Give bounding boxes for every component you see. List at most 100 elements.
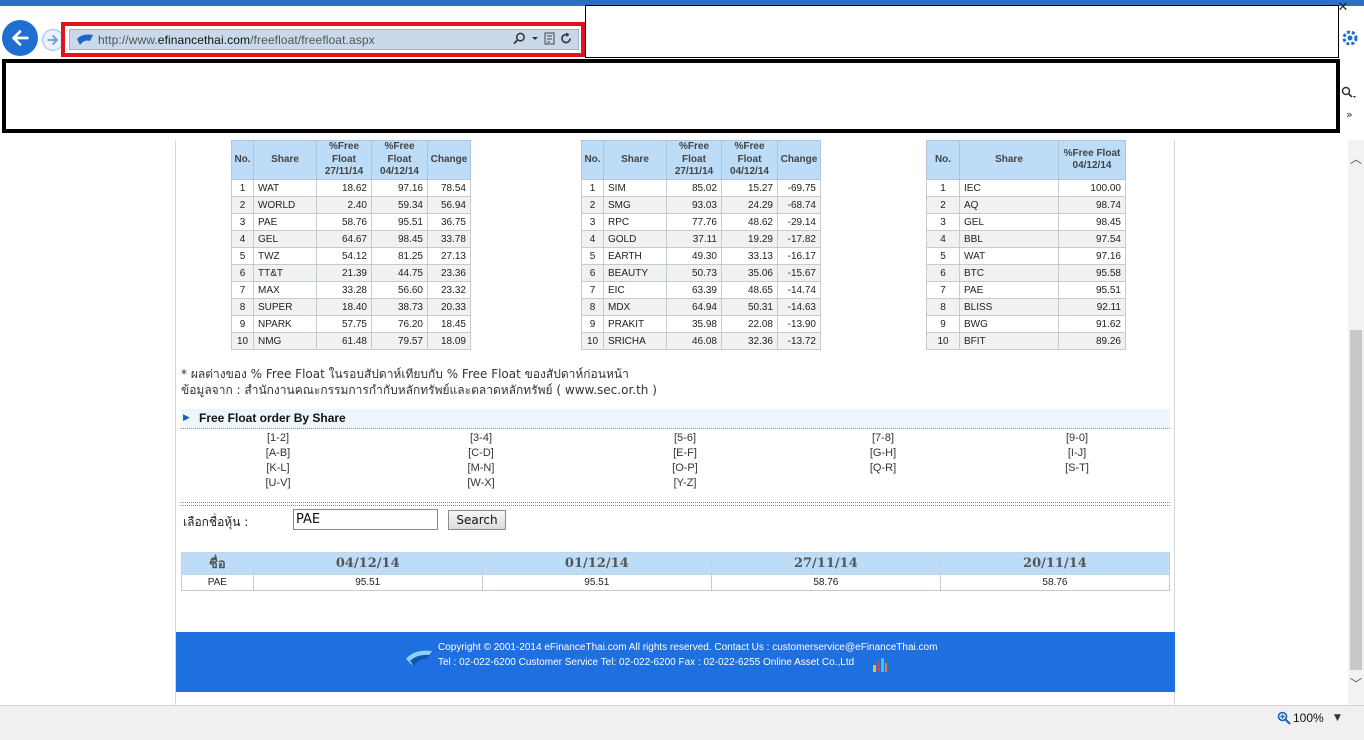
scroll-thumb[interactable] [1350,330,1362,670]
address-bar[interactable]: http://www.efinancethai.com/freefloat/fr… [69,29,579,50]
footer-contact: Tel : 02-022-6200 Customer Service Tel: … [438,657,855,668]
cell-value: 56.94 [427,196,471,214]
scroll-up-icon[interactable]: ︿ [1348,150,1364,166]
table-row: 9 NPARK 57.75 76.20 18.45 [231,315,471,333]
cell-value: 23.36 [427,264,471,282]
column-header: ชื่อ [181,552,254,575]
cell-value: 24.29 [721,196,778,214]
cell-value: 97.54 [1058,230,1126,248]
column-header: %Free Float 27/11/14 [666,140,722,180]
zoom-icon[interactable] [1277,711,1291,725]
share-name: SUPER [253,298,317,316]
compatibility-view-icon[interactable] [544,32,555,45]
letter-link[interactable]: [E-F] [665,447,705,459]
gear-icon[interactable] [1340,28,1360,48]
zoom-level[interactable]: 100% [1293,711,1324,725]
cell-value: 95.58 [1058,264,1126,282]
letter-link[interactable]: [G-H] [863,447,903,459]
letter-link[interactable]: [5-6] [665,432,705,444]
scroll-down-icon[interactable]: ﹀ [1348,675,1364,691]
cell-value: 91.62 [1058,315,1126,333]
search-icon[interactable] [1340,86,1356,100]
address-url[interactable]: http://www.efinancethai.com/freefloat/fr… [98,33,375,47]
table-row: 7 EIC 63.39 48.65 -14.74 [581,281,821,299]
cell-value: 97.16 [1058,247,1126,265]
letter-link[interactable]: [M-N] [461,462,501,474]
letter-link[interactable]: [U-V] [258,477,298,489]
row-no: 3 [581,213,604,231]
share-name: PAE [253,213,317,231]
table-row: 4 GEL 64.67 98.45 33.78 [231,230,471,248]
cell-value: 19.29 [721,230,778,248]
row-no: 7 [231,281,254,299]
cell-value: 2.40 [316,196,372,214]
share-name: SMG [603,196,667,214]
letter-link[interactable]: [C-D] [461,447,501,459]
row-no: 1 [926,179,960,197]
cell-value: 15.27 [721,179,778,197]
letter-link[interactable]: [9-0] [1057,432,1097,444]
letter-link[interactable]: [A-B] [258,447,298,459]
stock-search-input[interactable] [293,509,438,530]
column-header: 20/11/14 [939,552,1171,575]
table-row: 5 WAT 97.16 [926,247,1126,265]
row-no: 2 [231,196,254,214]
share-name: EARTH [603,247,667,265]
free-float-top-table: No. Share %Free Float 04/12/14 1 IEC 100.0… [926,140,1126,350]
free-float-decrease-table: No. Share %Free Float 27/11/14 %Free Flo… [581,140,821,350]
cell-value: 89.26 [1058,332,1126,350]
cell-value: 50.73 [666,264,722,282]
row-no: 3 [231,213,254,231]
refresh-icon[interactable] [560,32,572,45]
row-no: 4 [926,230,960,248]
share-name: BWG [959,315,1059,333]
chevron-down-icon[interactable] [531,32,539,45]
letter-link[interactable]: [7-8] [863,432,903,444]
row-no: 8 [231,298,254,316]
share-name: MAX [253,281,317,299]
column-header: No. [926,140,960,180]
letter-link[interactable]: [I-J] [1057,447,1097,459]
table-row: 9 BWG 91.62 [926,315,1126,333]
history-table: ชื่อ 04/12/14 01/12/14 27/11/14 20/11/14… [181,552,1171,591]
letter-link[interactable]: [O-P] [665,462,705,474]
column-header: 01/12/14 [481,552,712,575]
letter-link[interactable]: [S-T] [1057,462,1097,474]
letter-link[interactable]: [1-2] [258,432,298,444]
letter-link[interactable]: [W-X] [461,477,501,489]
close-icon[interactable]: ✕ [1336,1,1350,15]
cell-value: 57.75 [316,315,372,333]
share-name: NPARK [253,315,317,333]
letter-link[interactable]: [K-L] [258,462,298,474]
row-no: 2 [926,196,960,214]
footer-copyright: Copyright © 2001-2014 eFinanceThai.com A… [438,642,938,653]
chevron-double-right-icon[interactable]: » [1346,108,1353,121]
search-button[interactable]: Search [448,510,506,530]
column-header: Share [959,140,1059,180]
row-no: 6 [581,264,604,282]
letter-link[interactable]: [3-4] [461,432,501,444]
free-float-increase-table: No. Share %Free Float 27/11/14 %Free Flo… [231,140,471,350]
back-button[interactable] [2,20,38,56]
row-no: 5 [231,247,254,265]
cell-value: 22.08 [721,315,778,333]
letter-link[interactable]: [Q-R] [863,462,903,474]
search-icon[interactable] [513,32,526,45]
table-row: 7 PAE 95.51 [926,281,1126,299]
column-header: %Free Float 04/12/14 [721,140,778,180]
cell-value: 33.78 [427,230,471,248]
cell-value: 98.74 [1058,196,1126,214]
table-row: 1 WAT 18.62 97.16 78.54 [231,179,471,197]
cell-value: 95.51 [371,213,428,231]
cell-value: 64.94 [666,298,722,316]
vertical-scrollbar[interactable]: ︿ ﹀ [1348,140,1364,705]
row-no: 1 [231,179,254,197]
column-header: %Free Float 27/11/14 [316,140,372,180]
row-no: 10 [231,332,254,350]
chevron-down-icon[interactable]: ▼ [1334,713,1341,723]
cell-value: 35.98 [666,315,722,333]
letter-link[interactable]: [Y-Z] [665,477,705,489]
table-row: 2 SMG 93.03 24.29 -68.74 [581,196,821,214]
table-row: 10 NMG 61.48 79.57 18.09 [231,332,471,350]
row-no: 8 [926,298,960,316]
